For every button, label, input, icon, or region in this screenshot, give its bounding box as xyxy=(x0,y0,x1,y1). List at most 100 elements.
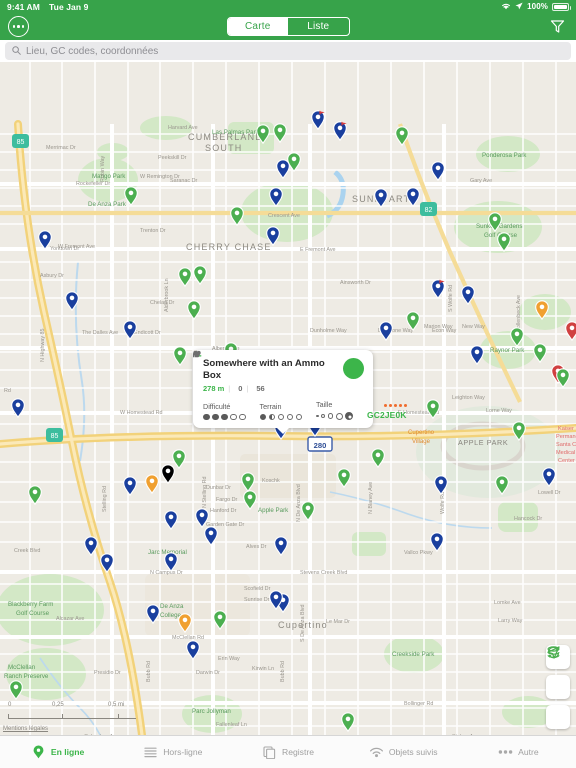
map-pin[interactable] xyxy=(256,123,271,144)
tab-en-ligne[interactable]: En ligne xyxy=(0,745,115,760)
map-pin[interactable] xyxy=(187,299,202,320)
filter-funnel-icon[interactable] xyxy=(549,20,566,39)
more-options-button[interactable] xyxy=(8,16,29,37)
tab-objets-suivis[interactable]: Objets suivis xyxy=(346,745,461,760)
map-pin[interactable] xyxy=(269,186,284,207)
map-pin[interactable] xyxy=(38,229,53,250)
map-pin[interactable] xyxy=(269,589,284,610)
map-pin[interactable] xyxy=(556,367,571,388)
map-pin[interactable] xyxy=(461,284,476,305)
map-pin[interactable] xyxy=(100,552,115,573)
map-pin[interactable] xyxy=(488,211,503,232)
map-pin[interactable] xyxy=(426,398,441,419)
map-pin[interactable] xyxy=(430,531,445,552)
map-pin[interactable] xyxy=(276,158,291,179)
tab-registre[interactable]: Registre xyxy=(230,745,345,760)
svg-text:Robin Way: Robin Way xyxy=(100,156,106,182)
map-pin[interactable] xyxy=(186,639,201,660)
map-pin[interactable] xyxy=(266,225,281,246)
map-pin[interactable] xyxy=(65,290,80,311)
map-pin[interactable] xyxy=(164,509,179,530)
map-pin[interactable] xyxy=(243,489,258,510)
map-pin[interactable] xyxy=(406,310,421,331)
map-pin[interactable] xyxy=(230,205,245,226)
map-pin[interactable] xyxy=(341,711,356,732)
map-pin[interactable] xyxy=(273,122,288,143)
map-pin[interactable] xyxy=(535,299,550,320)
map-pin[interactable] xyxy=(172,448,187,469)
tab-hors-ligne[interactable]: Hors-ligne xyxy=(115,745,230,760)
map-pin[interactable] xyxy=(311,109,326,130)
map-pin[interactable] xyxy=(565,320,576,341)
map-canvas[interactable]: CUMBERLAND SOUTH SUNNYARTS CHERRY CHASE … xyxy=(0,62,576,735)
map-pin[interactable] xyxy=(241,471,256,492)
ellipsis-icon xyxy=(498,745,513,760)
map-pin[interactable] xyxy=(301,500,316,521)
size-dots xyxy=(316,412,353,420)
svg-text:Lomke Ave: Lomke Ave xyxy=(494,600,521,606)
map-pin[interactable] xyxy=(193,264,208,285)
map-pin[interactable] xyxy=(374,187,389,208)
map-pin[interactable] xyxy=(146,603,161,624)
map-pin[interactable] xyxy=(542,466,557,487)
svg-text:S De Anza Blvd: S De Anza Blvd xyxy=(300,605,306,642)
map-pin[interactable] xyxy=(395,125,410,146)
more-circle-icon[interactable] xyxy=(8,16,29,37)
tab-carte[interactable]: Carte xyxy=(227,18,288,35)
svg-text:Crescent Ave: Crescent Ave xyxy=(268,213,300,219)
svg-text:Lowell Dr: Lowell Dr xyxy=(538,490,561,496)
tab-liste[interactable]: Liste xyxy=(288,18,349,35)
tab-autre[interactable]: Autre xyxy=(461,745,576,760)
map-pin[interactable] xyxy=(11,397,26,418)
map-pin[interactable] xyxy=(178,266,193,287)
svg-text:Mango Park: Mango Park xyxy=(92,173,126,180)
map-pin[interactable] xyxy=(9,679,24,700)
map-pin[interactable] xyxy=(431,278,446,299)
map-pin[interactable] xyxy=(406,186,421,207)
search-input[interactable]: Lieu, GC codes, coordonnées xyxy=(5,42,571,60)
map-pin[interactable] xyxy=(333,120,348,141)
view-mode-segmented-control[interactable]: Carte Liste xyxy=(226,17,350,36)
map-pin[interactable] xyxy=(434,474,449,495)
map-pin[interactable] xyxy=(204,525,219,546)
map-pin[interactable] xyxy=(510,326,525,347)
map-pin[interactable] xyxy=(123,319,138,340)
map-pin[interactable] xyxy=(124,185,139,206)
svg-text:Stevens Creek Blvd: Stevens Creek Blvd xyxy=(300,570,347,576)
map-pin[interactable] xyxy=(213,609,228,630)
map-pin[interactable] xyxy=(123,475,138,496)
tab-label-en-ligne: En ligne xyxy=(50,747,85,757)
map-pin[interactable] xyxy=(470,344,485,365)
svg-text:Alves Dr: Alves Dr xyxy=(246,544,267,550)
svg-text:Dunholme Way: Dunholme Way xyxy=(310,328,347,334)
map-pin[interactable] xyxy=(178,612,193,633)
map-pin[interactable] xyxy=(164,551,179,572)
map-pin[interactable] xyxy=(337,467,352,488)
map-pin[interactable] xyxy=(495,474,510,495)
map-pin[interactable] xyxy=(145,473,160,494)
map-pin[interactable] xyxy=(371,447,386,468)
cache-callout[interactable]: Somewhere with an Ammo Box 278 m | 0 | 5… xyxy=(193,350,407,434)
map-pin[interactable] xyxy=(173,345,188,366)
svg-text:Darwin Dr: Darwin Dr xyxy=(196,670,220,676)
layers-button[interactable] xyxy=(546,646,570,699)
map-pin[interactable] xyxy=(512,420,527,441)
cache-code[interactable]: GC2JE0K xyxy=(367,410,407,420)
scale-bar xyxy=(8,710,136,719)
svg-text:Scofield Dr: Scofield Dr xyxy=(244,586,271,592)
bottom-tab-bar[interactable]: En ligne Hors-ligne Registre Objets suiv… xyxy=(0,735,576,768)
filter-button[interactable] xyxy=(549,18,566,40)
map-pin[interactable] xyxy=(379,320,394,341)
svg-text:Cupertino: Cupertino xyxy=(408,430,435,436)
map-pin[interactable] xyxy=(28,484,43,505)
map-pin[interactable] xyxy=(533,342,548,363)
legal-notice-link[interactable]: Mentions légales xyxy=(3,726,48,732)
map-pin[interactable] xyxy=(431,160,446,181)
map-pin[interactable] xyxy=(274,535,289,556)
map-pin[interactable] xyxy=(84,535,99,556)
map-controls[interactable] xyxy=(546,645,570,729)
locate-button[interactable] xyxy=(546,646,570,729)
search-bar-container: Lieu, GC codes, coordonnées xyxy=(0,40,576,62)
svg-text:Blackberry Farm: Blackberry Farm xyxy=(8,601,53,608)
map-pin[interactable] xyxy=(497,231,512,252)
